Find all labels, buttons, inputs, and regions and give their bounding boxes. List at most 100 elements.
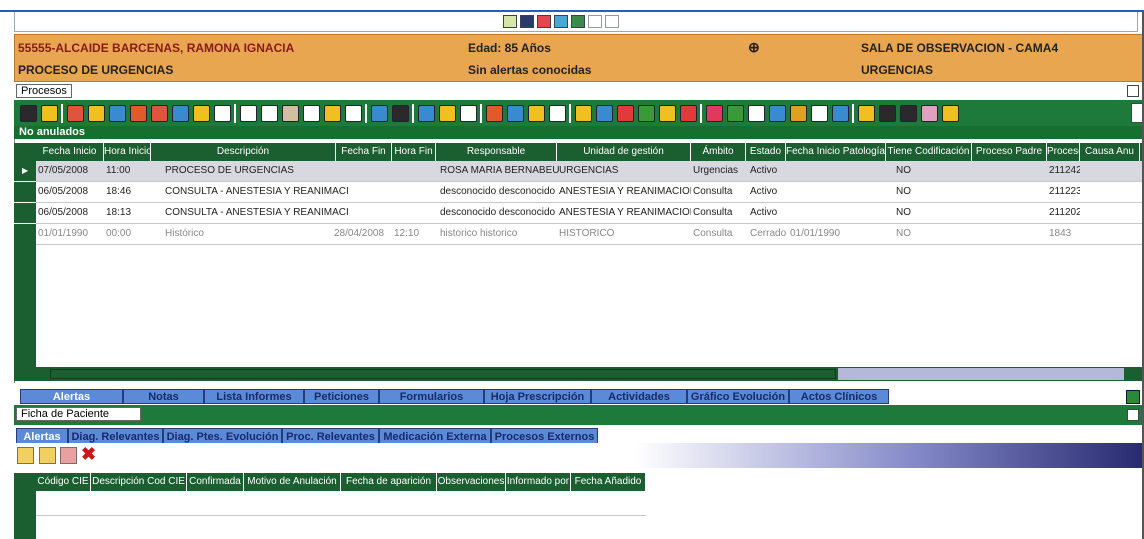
toolbar-icon-16[interactable] [371,105,388,122]
blank-icon[interactable] [605,15,619,28]
toolbar-icon-28[interactable] [638,105,655,122]
column-header[interactable]: Estado [746,143,786,161]
monitor-icon[interactable] [503,15,517,28]
scrollbar-track[interactable] [838,368,1124,380]
toolbar-icon-19[interactable] [439,105,456,122]
table-row[interactable]: 06/05/2008 18:13 CONSULTA - ANESTESIA Y RE… [36,203,1144,224]
ficha-column-header[interactable]: Informado por [506,473,571,491]
toolbar-icon-5[interactable] [130,105,147,122]
toolbar-icon-31[interactable] [706,105,723,122]
toolbar-icon-25[interactable] [575,105,592,122]
ficha-column-header[interactable]: Fecha Añadido [571,473,646,491]
toolbar-icon-41[interactable] [921,105,938,122]
tab-actividades[interactable]: Actividades [591,389,687,404]
table-row[interactable]: 07/05/2008 11:00 PROCESO DE URGENCIAS ROSA … [36,161,1144,182]
row-selector[interactable] [14,182,36,203]
row-selector[interactable] [14,203,36,224]
users-icon[interactable] [554,15,568,28]
toolbar-icon-15[interactable] [345,105,362,122]
column-header[interactable]: Fecha Fin [336,143,392,161]
column-header[interactable]: Ámbito [691,143,746,161]
toolbar-icon-6[interactable] [151,105,168,122]
toolbar-icon-40[interactable] [900,105,917,122]
tab-gr-fico-evoluci-n[interactable]: Gráfico Evolución [687,389,789,404]
toolbar-icon-17[interactable] [392,105,409,122]
toolbar-icon-9[interactable] [214,105,231,122]
ficha-column-header[interactable]: Descripción Cod CIE [91,473,187,491]
toolbar-icon-11[interactable] [261,105,278,122]
column-header[interactable]: Responsable [436,143,557,161]
toolbar-icon-4[interactable] [109,105,126,122]
toolbar-icon-42[interactable] [942,105,959,122]
row-selector[interactable]: ▶ [14,161,36,182]
toolbar-icon-12[interactable] [282,105,299,122]
ficha-column-header[interactable]: Motivo de Anulación [244,473,341,491]
toolbar-icon-35[interactable] [790,105,807,122]
toolbar-icon-13[interactable] [303,105,320,122]
table-row[interactable]: 01/01/1990 00:00 Histórico 28/04/2008 12:10 h… [36,224,1144,245]
ficha-tab-1[interactable]: Diag. Relevantes [68,428,163,444]
tab-peticiones[interactable]: Peticiones [304,389,379,404]
tab-formularios[interactable]: Formularios [379,389,484,404]
toolbar-icon-20[interactable] [460,105,477,122]
toolbar-icon-34[interactable] [769,105,786,122]
tab-actos-cl-nicos[interactable]: Actos Clínicos [789,389,889,404]
toolbar-icon-18[interactable] [418,105,435,122]
toolbar-icon-38[interactable] [858,105,875,122]
ficha-column-header[interactable]: Confirmada [187,473,244,491]
toolbar-icon-27[interactable] [617,105,634,122]
toolbar-icon-30[interactable] [680,105,697,122]
toolbar-icon-33[interactable] [748,105,765,122]
column-header[interactable]: Proceso [1047,143,1080,161]
column-header[interactable]: Hora Inicio [104,143,151,161]
toolbar-icon-10[interactable] [240,105,257,122]
toolbar-icon-14[interactable] [324,105,341,122]
toolbar-icon-36[interactable] [811,105,828,122]
tab-hoja-prescripci-n[interactable]: Hoja Prescripción [484,389,591,404]
toolbar-icon-0[interactable] [20,105,37,122]
toolbar-icon-22[interactable] [507,105,524,122]
toolbar-icon-7[interactable] [172,105,189,122]
delete-icon[interactable]: ✖ [81,444,96,464]
ficha-tab-3[interactable]: Proc. Relevantes [282,428,379,444]
toolbar-icon-1[interactable] [41,105,58,122]
table-row[interactable]: 06/05/2008 18:46 CONSULTA - ANESTESIA Y RE… [36,182,1144,203]
toolbar-icon-32[interactable] [727,105,744,122]
ficha-column-header[interactable]: Código CIE [36,473,91,491]
blank-icon[interactable] [588,15,602,28]
toolbar-icon-23[interactable] [528,105,545,122]
toolbar-icon-3[interactable] [88,105,105,122]
column-header[interactable]: Tiene Codificación [886,143,972,161]
column-header[interactable]: Proceso Padre [972,143,1047,161]
ficha-tab-5[interactable]: Procesos Externos [491,428,598,444]
ficha-tab-4[interactable]: Medicación Externa [379,428,491,444]
toolbar-icon-8[interactable] [193,105,210,122]
maximize-icon[interactable] [1127,85,1139,97]
tab-lista-informes[interactable]: Lista Informes [204,389,304,404]
toolbar-icon-21[interactable] [486,105,503,122]
toolbar-icon-29[interactable] [659,105,676,122]
view-alert-icon[interactable] [60,447,77,464]
ficha-column-header[interactable]: Observaciones [437,473,506,491]
toolbar-icon-2[interactable] [67,105,84,122]
column-header[interactable]: Causa Anu [1080,143,1140,161]
column-header[interactable]: Hora Fin [392,143,436,161]
column-header[interactable]: Fecha Inicio Patología [786,143,886,161]
toolbar-icon-24[interactable] [549,105,566,122]
ficha-tab-2[interactable]: Diag. Ptes. Evolución [163,428,282,444]
edit-alert-icon[interactable] [39,447,56,464]
column-header[interactable]: Fecha Inicio [36,143,104,161]
add-alert-icon[interactable] [17,447,34,464]
toolbar-icon-39[interactable] [879,105,896,122]
maximize-icon[interactable] [1127,409,1139,421]
phone-icon[interactable] [520,15,534,28]
tab-alertas[interactable]: Alertas [20,389,123,404]
column-header[interactable]: Descripción [151,143,336,161]
ficha-column-header[interactable]: Fecha de aparición [341,473,437,491]
refresh-icon[interactable] [1126,390,1140,404]
medicine-icon[interactable] [537,15,551,28]
column-header[interactable]: Unidad de gestión [557,143,691,161]
scrollbar-thumb[interactable] [50,369,836,379]
toolbar-icon-37[interactable] [832,105,849,122]
tab-notas[interactable]: Notas [123,389,204,404]
